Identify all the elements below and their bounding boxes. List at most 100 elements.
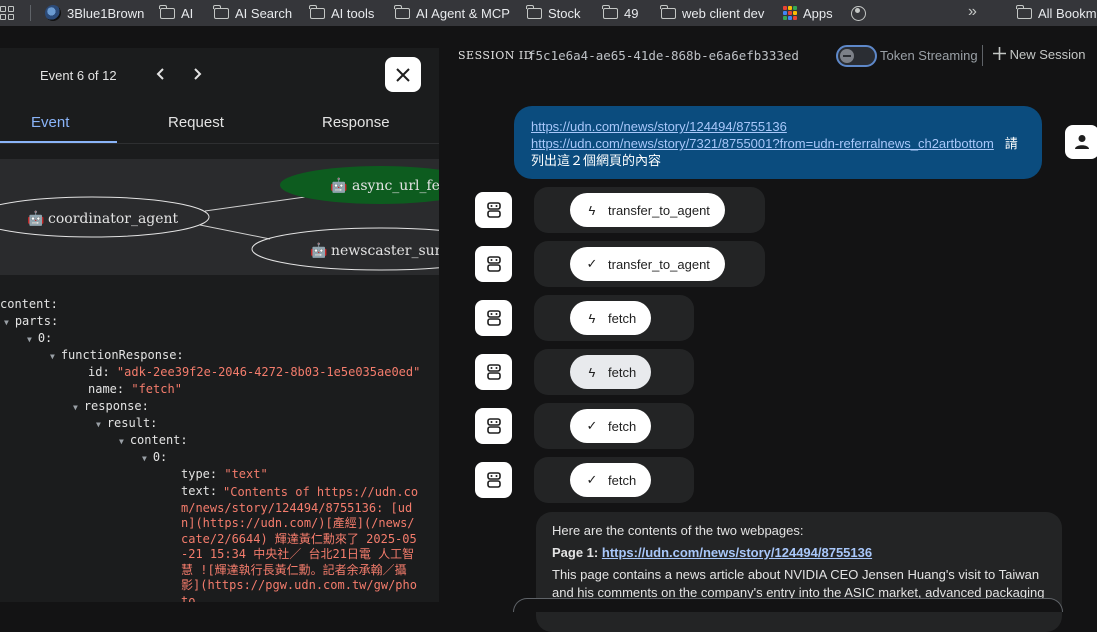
robot-icon [486, 310, 501, 326]
tree-row-name: name: "fetch" [88, 382, 182, 396]
event-counter: Event 6 of 12 [40, 68, 117, 83]
tool-call-label: transfer_to_agent [608, 256, 710, 272]
tree-row-parts[interactable]: ▼ parts: [4, 313, 58, 331]
robot-icon: 🤖 [330, 177, 347, 194]
expand-triangle-icon: ▼ [119, 437, 124, 446]
folder-icon [213, 5, 229, 19]
expand-triangle-icon: ▼ [50, 352, 55, 361]
expand-triangle-icon: ▼ [73, 403, 78, 412]
user-message-text: 請 [1004, 136, 1018, 151]
bookmark-label: All Bookm [1038, 5, 1097, 21]
tool-call-label: fetch [608, 364, 637, 380]
all-bookmarks-folder[interactable]: All Bookm [1016, 0, 1097, 26]
person-icon [1075, 135, 1089, 149]
tree-text-value: "Contents of https://udn.com/news/story/… [181, 485, 419, 602]
event-panel: Event 6 of 12 Event Request Response 🤖 🤖… [0, 48, 439, 602]
bookmark-folder-ai-search[interactable]: AI Search [213, 0, 292, 26]
tab-event[interactable]: Event [31, 114, 69, 131]
bot-avatar [475, 462, 512, 498]
robot-icon [486, 256, 501, 272]
toggle-knob [840, 49, 854, 63]
tree-row-parts-0[interactable]: ▼ 0: [27, 330, 52, 348]
graph-node-label: coordinator_agent [48, 211, 179, 227]
new-session-button[interactable]: New Session [993, 47, 1086, 62]
tool-call-label: fetch [608, 310, 637, 326]
folder-icon [602, 5, 618, 19]
tree-row-inner-content[interactable]: ▼ content: [119, 432, 188, 450]
bot-avatar [475, 192, 512, 228]
user-message-link[interactable]: https://udn.com/news/story/124494/875513… [531, 119, 787, 134]
graph-node-label: async_url_fe [352, 178, 439, 194]
check-icon: ✓ [586, 472, 598, 487]
tree-row-id: id: "adk-2ee39f2e-2046-4272-8b03-1e5e035… [88, 365, 421, 379]
bookmark-folder-ai-tools[interactable]: AI tools [309, 0, 375, 26]
tool-call-frame: ϟ transfer_to_agent [534, 187, 765, 233]
session-id-value: f5c1e6a4-ae65-41de-868b-e6a6efb333ed [528, 48, 799, 63]
bookmark-folder-stock[interactable]: Stock [526, 0, 581, 26]
bot-avatar [475, 354, 512, 390]
folder-icon [526, 5, 542, 19]
robot-icon [486, 364, 501, 380]
bookmark-label: AI [181, 5, 194, 21]
bookmark-folder-49[interactable]: 49 [602, 0, 638, 26]
tree-row-inner-0[interactable]: ▼ 0: [142, 449, 167, 467]
bookmark-folder-web-client-dev[interactable]: web client dev [660, 0, 764, 26]
bookmark-globe[interactable] [851, 0, 866, 26]
reply-page1-link[interactable]: https://udn.com/news/story/124494/875513… [602, 545, 872, 560]
session-bar: SESSION ID f5c1e6a4-ae65-41de-868b-e6a6e… [439, 26, 1097, 82]
bookmark-apps[interactable]: Apps [783, 0, 833, 26]
user-message-link[interactable]: https://udn.com/news/story/7321/8755001?… [531, 136, 994, 151]
robot-icon [486, 202, 501, 218]
user-message-bubble: https://udn.com/news/story/124494/875513… [514, 106, 1042, 179]
bookmark-label: Stock [548, 5, 581, 21]
bookmark-folder-ai[interactable]: AI [159, 0, 194, 26]
tool-call-chip[interactable]: ϟ transfer_to_agent [570, 193, 725, 227]
tabs-divider [0, 143, 439, 144]
bookmark-label: AI tools [331, 5, 375, 21]
tool-result-chip[interactable]: ✓ fetch [570, 409, 652, 443]
tab-request[interactable]: Request [168, 114, 224, 131]
tree-row-function-response[interactable]: ▼ functionResponse: [50, 347, 184, 365]
bookmark-label: AI Agent & MCP [416, 5, 510, 21]
tool-result-chip[interactable]: ✓ transfer_to_agent [570, 247, 725, 281]
reply-page1-line: Page 1: https://udn.com/news/story/12449… [552, 544, 1046, 562]
tool-call-chip[interactable]: ϟ fetch [570, 355, 652, 389]
message-input[interactable] [513, 598, 1063, 612]
tool-call-label: fetch [608, 472, 637, 488]
session-bar-divider [982, 45, 983, 66]
tree-row-response[interactable]: ▼ response: [73, 398, 149, 416]
tree-key-content: content: [0, 297, 58, 311]
bot-reply-bubble: Here are the contents of the two webpage… [536, 512, 1062, 632]
apps-launcher-icon[interactable] [0, 6, 14, 20]
bookmark-folder-ai-agent-mcp[interactable]: AI Agent & MCP [394, 0, 510, 26]
bot-avatar [475, 300, 512, 336]
tool-call-frame: ϟ fetch [534, 349, 694, 395]
folder-icon [394, 5, 410, 19]
robot-icon: 🤖 [310, 242, 327, 259]
close-panel-button[interactable] [385, 57, 421, 92]
reply-intro: Here are the contents of the two webpage… [552, 523, 804, 538]
more-bookmarks-icon[interactable]: » [968, 3, 977, 21]
expand-triangle-icon: ▼ [27, 335, 32, 344]
3blue1brown-icon [45, 5, 61, 21]
tool-call-label: transfer_to_agent [608, 202, 710, 218]
tree-row-result[interactable]: ▼ result: [96, 415, 157, 433]
tab-response[interactable]: Response [322, 114, 390, 131]
bot-avatar [475, 408, 512, 444]
user-avatar [1065, 125, 1097, 159]
robot-icon [486, 418, 501, 434]
session-id-label: SESSION ID [458, 49, 534, 62]
tool-call-chip[interactable]: ϟ fetch [570, 301, 652, 335]
expand-triangle-icon: ▼ [96, 420, 101, 429]
tool-result-chip[interactable]: ✓ fetch [570, 463, 652, 497]
bookmark-label: 3Blue1Brown [67, 5, 145, 21]
chevron-right-icon [194, 68, 202, 80]
prev-event-button[interactable] [151, 64, 171, 84]
new-session-label: New Session [1009, 47, 1086, 62]
bot-avatar [475, 246, 512, 282]
token-streaming-toggle[interactable] [836, 45, 877, 67]
robot-icon: 🤖 [27, 210, 44, 227]
next-event-button[interactable] [187, 64, 207, 84]
folder-icon [309, 5, 325, 19]
bookmark-3blue1brown[interactable]: 3Blue1Brown [45, 0, 144, 26]
